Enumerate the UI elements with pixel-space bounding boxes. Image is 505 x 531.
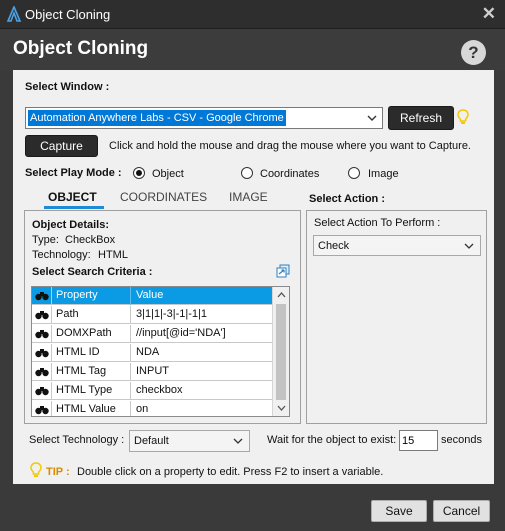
binoculars-icon[interactable] <box>35 310 49 320</box>
wait-seconds-input[interactable] <box>399 430 438 451</box>
value-cell[interactable]: //input[@id='NDA'] <box>132 325 272 343</box>
window-select-dropdown[interactable]: Automation Anywhere Labs - CSV - Google … <box>25 107 383 129</box>
value-cell[interactable]: 3|1|1|-3|-1|-1|1 <box>132 306 272 324</box>
capture-hint: Click and hold the mouse and drag the mo… <box>109 140 471 152</box>
property-cell: HTML ID <box>53 344 131 362</box>
column-header-value[interactable]: Value <box>132 287 272 305</box>
dialog-header: Object Cloning ? <box>0 29 505 71</box>
page-title: Object Cloning <box>13 38 149 59</box>
automation-anywhere-logo-icon <box>6 6 22 22</box>
copy-criteria-icon[interactable] <box>276 264 290 278</box>
select-window-label: Select Window : <box>25 81 110 93</box>
type-value: CheckBox <box>65 234 116 246</box>
technology-select-label: Select Technology : <box>29 434 125 446</box>
tip-lightbulb-icon <box>30 462 42 477</box>
scroll-down-arrow-icon[interactable] <box>277 405 286 411</box>
wait-unit-label: seconds <box>441 434 482 446</box>
value-cell[interactable]: checkbox <box>132 382 272 400</box>
table-scrollbar[interactable] <box>272 287 289 416</box>
refresh-button[interactable]: Refresh <box>388 106 454 130</box>
value-cell[interactable]: on <box>132 401 272 416</box>
radio-image[interactable] <box>348 167 360 179</box>
save-button[interactable]: Save <box>371 500 427 522</box>
radio-object[interactable] <box>133 167 145 179</box>
property-cell: HTML Tag <box>53 363 131 381</box>
technology-value: HTML <box>98 249 128 261</box>
chevron-down-icon <box>367 115 377 121</box>
chevron-down-icon <box>464 243 474 249</box>
help-icon[interactable]: ? <box>461 40 486 65</box>
tab-coordinates[interactable]: COORDINATES <box>120 190 207 204</box>
chevron-down-icon <box>233 438 243 444</box>
tab-image[interactable]: IMAGE <box>229 190 268 204</box>
title-bar: Object Cloning ✕ <box>0 0 505 29</box>
action-perform-label: Select Action To Perform : <box>314 217 441 229</box>
binoculars-icon[interactable] <box>35 348 49 358</box>
column-header-property[interactable]: Property <box>53 287 131 305</box>
radio-coordinates-label: Coordinates <box>260 168 320 180</box>
scroll-thumb[interactable] <box>276 304 286 400</box>
technology-label: Technology: <box>32 249 91 261</box>
radio-object-label: Object <box>152 168 184 180</box>
window-select-value: Automation Anywhere Labs - CSV - Google … <box>28 110 286 126</box>
technology-select-dropdown[interactable]: Default <box>129 430 250 452</box>
tip-text: Double click on a property to edit. Pres… <box>77 466 384 478</box>
capture-button[interactable]: Capture <box>25 135 98 157</box>
scroll-up-arrow-icon[interactable] <box>277 292 286 298</box>
binoculars-icon[interactable] <box>35 386 49 396</box>
property-cell: Path <box>53 306 131 324</box>
lightbulb-icon[interactable] <box>457 109 469 125</box>
dialog-footer: Save Cancel <box>0 484 505 531</box>
search-criteria-label: Select Search Criteria : <box>32 266 153 278</box>
radio-image-label: Image <box>368 168 399 180</box>
play-mode-label: Select Play Mode : <box>25 167 122 179</box>
value-cell[interactable]: INPUT <box>132 363 272 381</box>
property-cell: HTML Type <box>53 382 131 400</box>
cancel-button[interactable]: Cancel <box>433 500 490 522</box>
active-tab-indicator <box>44 206 104 209</box>
binoculars-icon <box>35 292 49 301</box>
value-cell[interactable]: NDA <box>132 344 272 362</box>
radio-coordinates[interactable] <box>241 167 253 179</box>
technology-select-value: Default <box>134 435 169 447</box>
table-header-row: Property Value <box>32 287 272 305</box>
type-label: Type: <box>32 234 59 246</box>
close-icon[interactable]: ✕ <box>482 4 496 24</box>
table-row[interactable]: HTML Type checkbox <box>32 382 272 400</box>
tip-label: TIP : <box>46 466 70 478</box>
action-select-value: Check <box>318 240 350 252</box>
object-details-heading: Object Details: <box>32 219 110 231</box>
window-title: Object Cloning <box>25 7 111 22</box>
main-panel: Select Window : Automation Anywhere Labs… <box>13 70 494 484</box>
select-action-label: Select Action : <box>309 193 385 205</box>
property-cell: HTML Value <box>53 401 131 416</box>
table-row[interactable]: HTML Value on <box>32 401 272 416</box>
table-row[interactable]: HTML Tag INPUT <box>32 363 272 381</box>
binoculars-icon[interactable] <box>35 329 49 339</box>
action-select-dropdown[interactable]: Check <box>313 235 481 256</box>
binoculars-icon[interactable] <box>35 367 49 377</box>
search-criteria-table[interactable]: Property Value Path 3|1|1|-3|-1|-1|1 DOM… <box>31 286 290 417</box>
tab-object[interactable]: OBJECT <box>48 190 97 204</box>
property-cell: DOMXPath <box>53 325 131 343</box>
table-row[interactable]: Path 3|1|1|-3|-1|-1|1 <box>32 306 272 324</box>
table-row[interactable]: DOMXPath //input[@id='NDA'] <box>32 325 272 343</box>
wait-label: Wait for the object to exist: <box>267 434 397 446</box>
binoculars-icon[interactable] <box>35 405 49 415</box>
table-row[interactable]: HTML ID NDA <box>32 344 272 362</box>
